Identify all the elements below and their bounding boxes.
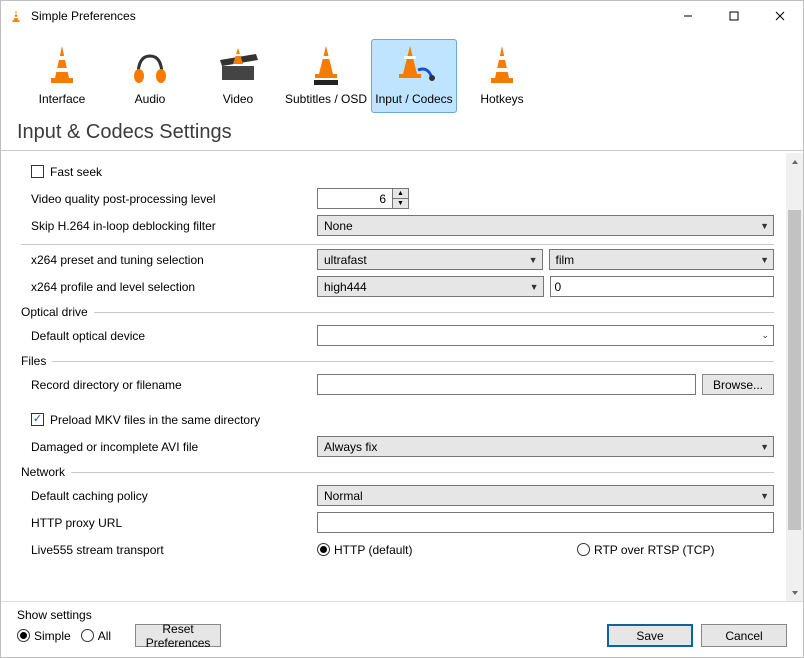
group-network-label: Network [21, 465, 65, 479]
spin-down-icon[interactable]: ▼ [393, 199, 408, 208]
x264-preset-label: x264 preset and tuning selection [31, 253, 317, 267]
tab-subtitles[interactable]: Subtitles / OSD [283, 39, 369, 113]
video-quality-spinner[interactable]: 6 ▲▼ [317, 188, 409, 209]
vlc-cone-icon [9, 9, 23, 23]
chevron-down-icon: ⌄ [761, 330, 769, 341]
tab-hotkeys[interactable]: Hotkeys [459, 39, 545, 113]
live555-label: Live555 stream transport [31, 543, 317, 557]
maximize-button[interactable] [711, 1, 757, 31]
chevron-down-icon: ▼ [760, 491, 769, 501]
reset-preferences-button[interactable]: Reset Preferences [135, 624, 221, 647]
chevron-down-icon: ▼ [760, 255, 769, 265]
tab-input-codecs[interactable]: Input / Codecs [371, 39, 457, 113]
tab-video[interactable]: Video [195, 39, 281, 113]
x264-tune-combo[interactable]: film ▼ [549, 249, 775, 270]
scroll-up-icon[interactable] [786, 153, 803, 170]
x264-preset-combo[interactable]: ultrafast ▼ [317, 249, 543, 270]
x264-level-input[interactable] [550, 276, 775, 297]
cancel-button[interactable]: Cancel [701, 624, 787, 647]
page-heading: Input & Codecs Settings [1, 113, 803, 151]
fast-seek-checkbox[interactable] [31, 165, 44, 178]
tab-label: Interface [39, 92, 86, 106]
show-all-radio[interactable] [81, 629, 94, 642]
x264-profile-label: x264 profile and level selection [31, 280, 317, 294]
tab-audio[interactable]: Audio [107, 39, 193, 113]
chevron-down-icon: ▼ [530, 282, 539, 292]
chevron-down-icon: ▼ [760, 221, 769, 231]
preload-mkv-label: Preload MKV files in the same directory [50, 413, 260, 427]
headphones-icon [130, 46, 170, 86]
settings-content: Fast seek Video quality post-processing … [1, 153, 786, 601]
skip-h264-label: Skip H.264 in-loop deblocking filter [31, 219, 317, 233]
group-files-label: Files [21, 354, 46, 368]
video-quality-label: Video quality post-processing level [31, 192, 317, 206]
chevron-down-icon: ▼ [529, 255, 538, 265]
tab-label: Input / Codecs [375, 92, 452, 106]
live555-rtsp-radio[interactable] [577, 543, 590, 556]
default-cache-label: Default caching policy [31, 489, 317, 503]
scroll-down-icon[interactable] [786, 584, 803, 601]
live555-http-radio[interactable] [317, 543, 330, 556]
tab-label: Hotkeys [480, 92, 523, 106]
scroll-thumb[interactable] [788, 210, 801, 530]
fast-seek-label: Fast seek [50, 165, 102, 179]
save-button[interactable]: Save [607, 624, 693, 647]
tab-label: Subtitles / OSD [285, 92, 367, 106]
default-cache-combo[interactable]: Normal ▼ [317, 485, 774, 506]
tab-label: Video [223, 92, 253, 106]
http-proxy-input[interactable] [317, 512, 774, 533]
minimize-button[interactable] [665, 1, 711, 31]
chevron-down-icon: ▼ [760, 442, 769, 452]
clapperboard-icon [216, 46, 260, 86]
record-dir-input[interactable] [317, 374, 696, 395]
vertical-scrollbar[interactable] [786, 153, 803, 601]
cone-icon [44, 44, 80, 88]
footer: Show settings Simple All Reset Preferenc… [1, 601, 803, 657]
damaged-avi-label: Damaged or incomplete AVI file [31, 440, 317, 454]
show-simple-label: Simple [34, 629, 71, 643]
show-settings-label: Show settings [17, 608, 221, 622]
default-optical-combo[interactable]: ⌄ [317, 325, 774, 346]
close-button[interactable] [757, 1, 803, 31]
cone-osd-icon [306, 44, 346, 88]
skip-h264-combo[interactable]: None ▼ [317, 215, 774, 236]
show-all-label: All [98, 629, 111, 643]
cone-icon [484, 44, 520, 88]
group-optical-label: Optical drive [21, 305, 88, 319]
default-optical-label: Default optical device [31, 329, 317, 343]
tab-label: Audio [135, 92, 166, 106]
titlebar: Simple Preferences [1, 1, 803, 31]
category-tabs: Interface Audio Video Subtitles / OSD In… [1, 31, 803, 113]
damaged-avi-combo[interactable]: Always fix ▼ [317, 436, 774, 457]
show-simple-radio[interactable] [17, 629, 30, 642]
live555-rtsp-label: RTP over RTSP (TCP) [594, 543, 714, 557]
preferences-window: Simple Preferences Interface Audio Video… [0, 0, 804, 658]
x264-profile-combo[interactable]: high444 ▼ [317, 276, 544, 297]
live555-http-label: HTTP (default) [334, 543, 412, 557]
tab-interface[interactable]: Interface [19, 39, 105, 113]
cone-cable-icon [392, 44, 436, 88]
preload-mkv-checkbox[interactable] [31, 413, 44, 426]
spin-up-icon[interactable]: ▲ [393, 189, 408, 199]
http-proxy-label: HTTP proxy URL [31, 516, 317, 530]
video-quality-value: 6 [318, 192, 392, 206]
browse-button[interactable]: Browse... [702, 374, 774, 395]
window-title: Simple Preferences [31, 9, 136, 23]
record-dir-label: Record directory or filename [31, 378, 317, 392]
